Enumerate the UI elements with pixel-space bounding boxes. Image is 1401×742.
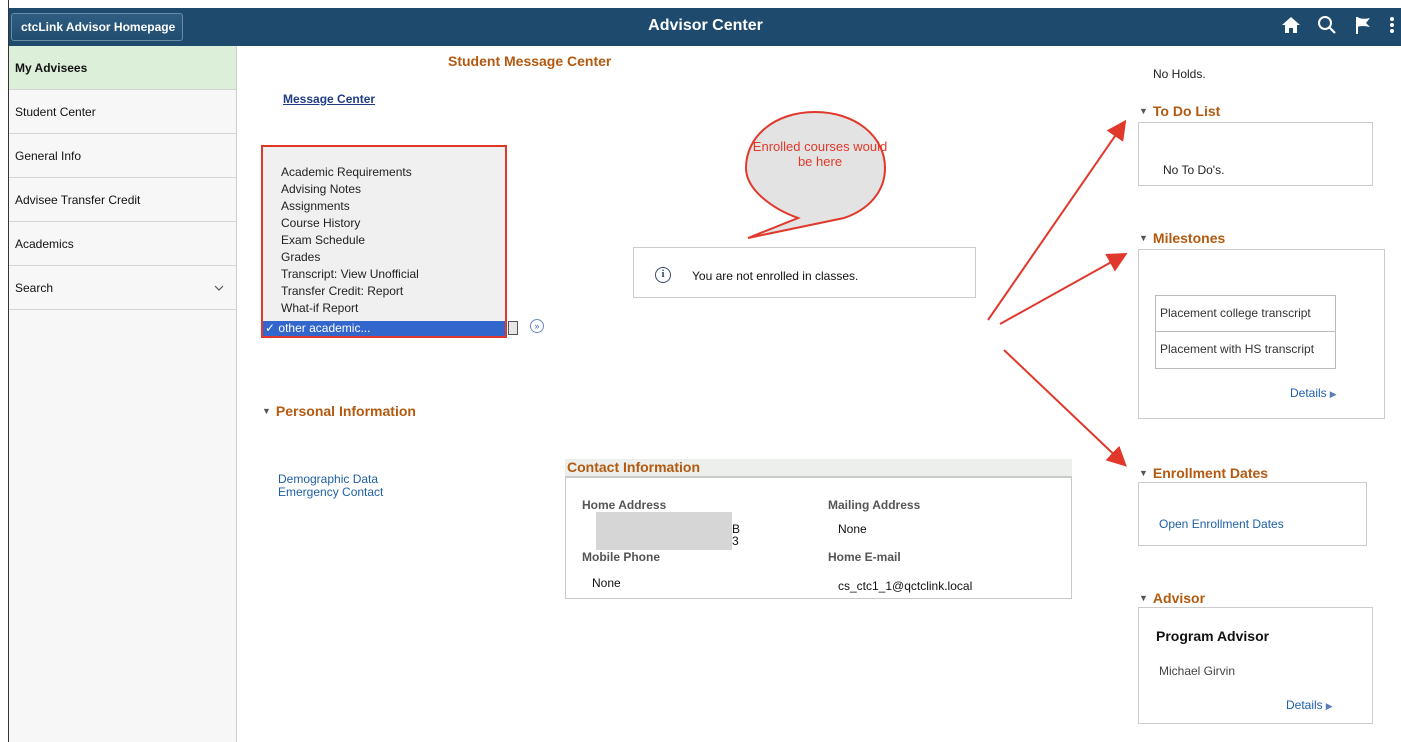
redaction-block xyxy=(596,512,732,550)
details-label: Details xyxy=(1286,698,1323,712)
contact-information-header: Contact Information xyxy=(565,459,1072,477)
personal-information-header[interactable]: ▼ Personal Information xyxy=(262,403,416,419)
play-arrow-icon: ▶ xyxy=(1325,701,1333,711)
dropdown-option[interactable]: What-if Report xyxy=(281,301,358,315)
table-row: Placement with HS transcript xyxy=(1160,342,1315,356)
sidebar-item-label: My Advisees xyxy=(15,61,88,75)
sidebar-item-label: Student Center xyxy=(15,105,96,119)
home-email-label: Home E-mail xyxy=(828,550,901,564)
sidebar-item-my-advisees[interactable]: My Advisees xyxy=(9,46,236,90)
student-message-center-title: Student Message Center xyxy=(448,53,612,69)
search-icon[interactable] xyxy=(1316,14,1338,36)
sidebar-item-label: Advisee Transfer Credit xyxy=(15,193,141,207)
advisor-header[interactable]: ▼ Advisor xyxy=(1139,590,1205,606)
more-vertical-icon[interactable] xyxy=(1388,14,1396,36)
dropdown-option[interactable]: Exam Schedule xyxy=(281,233,365,247)
table-row: Placement college transcript xyxy=(1156,296,1335,332)
advisor-role: Program Advisor xyxy=(1156,628,1270,644)
dropdown-option[interactable]: Advising Notes xyxy=(281,182,361,196)
top-bar: ctcLink Advisor Homepage Advisor Center xyxy=(9,8,1401,46)
callout-text: Enrolled courses would be here xyxy=(752,139,888,169)
collapse-triangle-icon[interactable]: ▼ xyxy=(1139,106,1148,116)
advisor-details-link[interactable]: Details ▶ xyxy=(1286,698,1333,712)
collapse-triangle-icon[interactable]: ▼ xyxy=(1139,468,1148,478)
dropdown-selected-option[interactable]: ✓ other academic... xyxy=(263,321,505,336)
sidebar-item-search[interactable]: Search xyxy=(9,266,236,310)
home-address-line-end: 3 xyxy=(732,534,739,548)
collapse-triangle-icon[interactable]: ▼ xyxy=(262,406,271,416)
mobile-phone-value: None xyxy=(592,576,621,590)
info-icon: i xyxy=(655,267,671,283)
section-title: Milestones xyxy=(1152,230,1226,246)
home-email-value: cs_ctc1_1@qctclink.local xyxy=(838,579,973,593)
section-title: Personal Information xyxy=(275,403,416,419)
milestones-box: Placement college transcript Placement w… xyxy=(1138,249,1385,419)
personal-info-links: Demographic Data Emergency Contact xyxy=(278,473,383,499)
todo-box: No To Do's. xyxy=(1138,122,1373,186)
todo-header[interactable]: ▼ To Do List xyxy=(1139,103,1220,119)
go-arrow-icon[interactable]: » xyxy=(530,319,544,333)
advisor-name: Michael Girvin xyxy=(1159,664,1236,678)
dropdown-option[interactable]: Transcript: View Unofficial xyxy=(281,267,419,281)
open-enrollment-dates-link[interactable]: Open Enrollment Dates xyxy=(1159,517,1284,531)
page-title: Advisor Center xyxy=(648,17,763,34)
mobile-phone-label: Mobile Phone xyxy=(582,550,660,564)
dropdown-option[interactable]: Assignments xyxy=(281,199,350,213)
milestones-table: Placement college transcript Placement w… xyxy=(1155,295,1336,369)
home-address-label: Home Address xyxy=(582,498,667,512)
milestones-details-link[interactable]: Details ▶ xyxy=(1290,386,1337,400)
academics-dropdown-list[interactable]: Academic Requirements Advising Notes Ass… xyxy=(261,145,507,338)
dropdown-option[interactable]: Academic Requirements xyxy=(281,165,412,179)
sidebar-item-advisee-transfer-credit[interactable]: Advisee Transfer Credit xyxy=(9,178,236,222)
contact-information-box: Home Address S F B 3 Mobile Phone None M… xyxy=(565,477,1072,599)
enrollment-notice: i You are not enrolled in classes. xyxy=(633,247,976,298)
todo-text: No To Do's. xyxy=(1163,163,1225,177)
collapse-triangle-icon[interactable]: ▼ xyxy=(1139,593,1148,603)
notice-text: You are not enrolled in classes. xyxy=(692,269,859,283)
section-title: Enrollment Dates xyxy=(1152,465,1269,481)
sidebar-item-label: Search xyxy=(15,281,54,295)
sidebar-item-label: General Info xyxy=(15,149,82,163)
collapse-triangle-icon[interactable]: ▼ xyxy=(1139,233,1148,243)
header-icons xyxy=(1280,14,1396,36)
section-title: To Do List xyxy=(1152,103,1221,119)
dropdown-selected-label: other academic... xyxy=(278,321,371,335)
sidebar-item-student-center[interactable]: Student Center xyxy=(9,90,236,134)
sidebar: My Advisees Student Center General Info … xyxy=(9,46,237,742)
play-arrow-icon: ▶ xyxy=(1329,389,1337,399)
enrollment-dates-header[interactable]: ▼ Enrollment Dates xyxy=(1139,465,1268,481)
mailing-address-label: Mailing Address xyxy=(828,498,921,512)
emergency-contact-link[interactable]: Emergency Contact xyxy=(278,486,383,499)
milestones-header[interactable]: ▼ Milestones xyxy=(1139,230,1225,246)
dropdown-option[interactable]: Transfer Credit: Report xyxy=(281,284,403,298)
dropdown-option[interactable]: Grades xyxy=(281,250,320,264)
mailing-address-value: None xyxy=(838,522,867,536)
home-icon[interactable] xyxy=(1280,14,1302,36)
message-center-link[interactable]: Message Center xyxy=(283,92,375,106)
flag-icon[interactable] xyxy=(1352,14,1374,36)
enrollment-dates-box: Open Enrollment Dates xyxy=(1138,482,1367,546)
dropdown-stepper[interactable] xyxy=(508,321,518,335)
advisor-box: Program Advisor Michael Girvin Details ▶ xyxy=(1138,607,1373,724)
sidebar-item-academics[interactable]: Academics xyxy=(9,222,236,266)
sidebar-item-general-info[interactable]: General Info xyxy=(9,134,236,178)
dropdown-option[interactable]: Course History xyxy=(281,216,360,230)
section-title: Advisor xyxy=(1152,590,1206,606)
details-label: Details xyxy=(1290,386,1327,400)
chevron-down-icon[interactable] xyxy=(214,266,224,328)
holds-status: No Holds. xyxy=(1153,67,1206,81)
callout-bubble xyxy=(744,110,887,239)
sidebar-item-label: Academics xyxy=(15,237,74,251)
checkmark-icon: ✓ xyxy=(265,321,276,335)
